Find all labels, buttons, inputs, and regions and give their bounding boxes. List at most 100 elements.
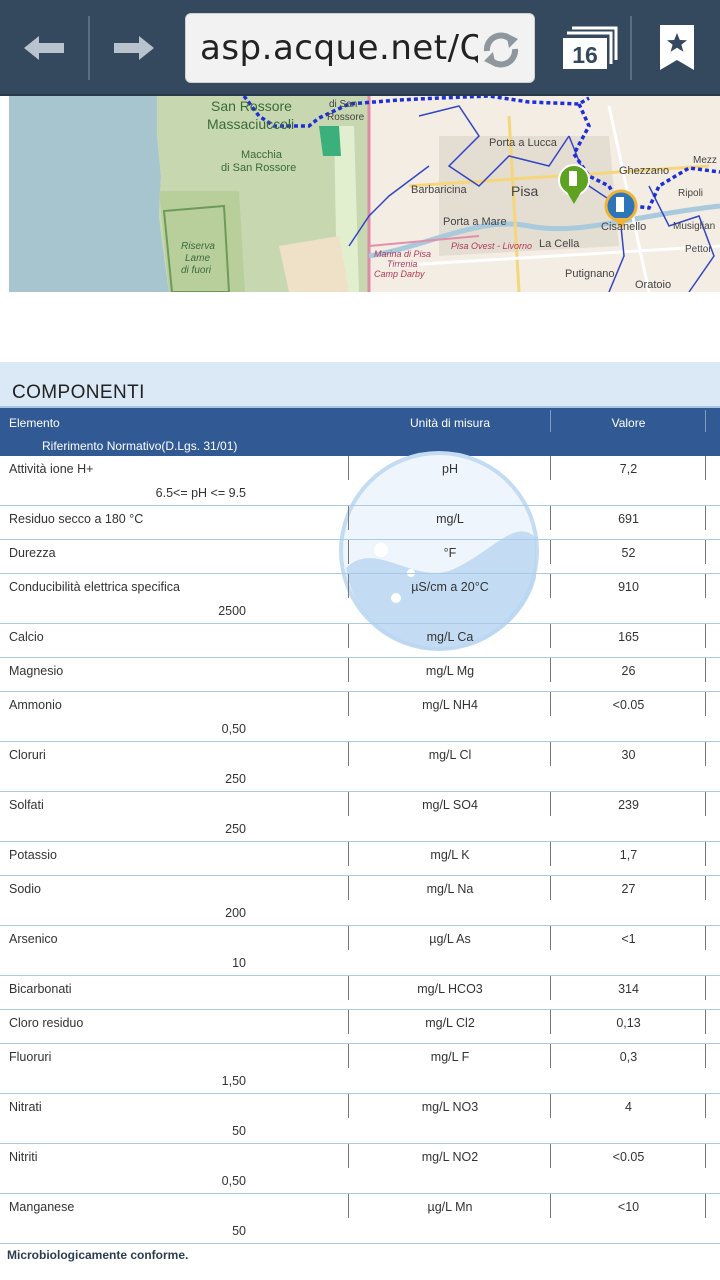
column-divider [348, 456, 349, 480]
map-label: Cisanello [601, 221, 646, 233]
map-label: Pettor [685, 244, 712, 255]
tabs-button[interactable]: 16 [555, 14, 625, 82]
header-divider [550, 410, 551, 432]
forward-button[interactable] [92, 14, 176, 82]
header-value: Valore [611, 416, 646, 430]
back-button[interactable] [0, 14, 88, 82]
map-label: Putignano [565, 268, 615, 280]
cell-value: 26 [621, 664, 636, 678]
map-label: Musiglian [673, 221, 715, 232]
column-divider [550, 692, 551, 716]
reload-button[interactable] [478, 27, 524, 73]
cell-element: Solfati [9, 798, 44, 812]
cell-unit: °F [443, 546, 457, 560]
reload-icon [483, 32, 519, 68]
map-label: Ghezzano [619, 165, 669, 177]
column-divider [705, 1194, 706, 1218]
cell-element: Bicarbonati [9, 982, 72, 996]
map-label: Ripoli [678, 188, 703, 199]
column-divider [550, 842, 551, 866]
column-divider [550, 742, 551, 766]
table-row: Nitriti mg/L NO2 <0.05 0,50 [0, 1144, 720, 1194]
column-divider [705, 1010, 706, 1034]
column-divider [705, 876, 706, 900]
column-divider [348, 792, 349, 816]
toolbar-divider [630, 16, 632, 80]
cell-value: 0,13 [616, 1016, 641, 1030]
cell-value: <10 [617, 1200, 640, 1214]
column-divider [348, 624, 349, 648]
map-label: di San [329, 99, 357, 110]
map-view[interactable]: San Rossore Massaciuccoli di San Rossore… [9, 96, 720, 292]
map-label: Riserva [181, 241, 215, 252]
cell-unit: mg/L Mg [425, 664, 475, 678]
cell-value: 165 [618, 630, 639, 644]
column-divider [550, 1094, 551, 1118]
table-row: Ammonio mg/L NH4 <0.05 0,50 [0, 692, 720, 742]
table-row: Solfati mg/L SO4 239 250 [0, 792, 720, 842]
column-divider [348, 574, 349, 598]
table-row: Durezza °F 52 [0, 540, 720, 574]
column-divider [705, 926, 706, 950]
table-row: Arsenico µg/L As <1 10 [0, 926, 720, 976]
cell-unit: mg/L F [430, 1050, 470, 1064]
cell-element: Conducibilità elettrica specifica [9, 580, 180, 594]
cell-value: 0,3 [619, 1050, 638, 1064]
cell-value: 4 [625, 1100, 632, 1114]
header-unit: Unità di misura [409, 416, 491, 430]
table-row: Attività ione H+ pH 7,2 6.5<= pH <= 9.5 [0, 456, 720, 506]
cell-unit: mg/L Cl2 [425, 1016, 475, 1030]
column-divider [705, 574, 706, 598]
column-divider [705, 1094, 706, 1118]
cell-element: Calcio [9, 630, 44, 644]
arrow-right-icon [114, 36, 154, 60]
table-row: Potassio mg/L K 1,7 [0, 842, 720, 876]
table-row: Bicarbonati mg/L HCO3 314 [0, 976, 720, 1010]
map-label: di fuori [181, 265, 212, 276]
tabs-icon: 16 [563, 26, 618, 69]
cell-element: Attività ione H+ [9, 462, 94, 476]
column-divider [348, 1010, 349, 1034]
map-label: Macchia [241, 149, 283, 161]
cell-element: Nitrati [9, 1100, 42, 1114]
components-table-body: Attività ione H+ pH 7,2 6.5<= pH <= 9.5 Resi… [0, 456, 720, 1244]
cell-value: <0.05 [612, 698, 645, 712]
cell-norm: 50 [232, 1224, 246, 1238]
column-divider [348, 842, 349, 866]
cell-norm: 2500 [218, 604, 246, 618]
cell-element: Ammonio [9, 698, 62, 712]
map-graphic: San Rossore Massaciuccoli di San Rossore… [9, 96, 720, 292]
column-divider [348, 540, 349, 564]
cell-unit: µg/L Mn [427, 1200, 473, 1214]
cell-value: 7,2 [619, 462, 638, 476]
cell-norm: 250 [225, 772, 246, 786]
column-divider [550, 926, 551, 950]
cell-unit: mg/L NO2 [421, 1150, 479, 1164]
column-divider [348, 1194, 349, 1218]
cell-norm: 250 [225, 822, 246, 836]
map-label: Pisa Ovest - Livorno [451, 241, 532, 251]
bookmark-button[interactable] [640, 14, 714, 82]
map-label: Marina di Pisa [374, 249, 431, 259]
column-divider [705, 842, 706, 866]
cell-norm: 200 [225, 906, 246, 920]
cell-value: 910 [618, 580, 639, 594]
column-divider [348, 742, 349, 766]
map-label: Pisa [511, 183, 538, 199]
cell-element: Durezza [9, 546, 56, 560]
cell-element: Cloruri [9, 748, 46, 762]
cell-element: Magnesio [9, 664, 64, 678]
map-label: Camp Darby [374, 269, 425, 279]
cell-value: 1,7 [619, 848, 638, 862]
table-row: Cloruri mg/L Cl 30 250 [0, 742, 720, 792]
cell-value: 27 [621, 882, 636, 896]
cell-unit: mg/L [436, 512, 464, 526]
column-divider [705, 658, 706, 682]
cell-unit: mg/L K [430, 848, 470, 862]
cell-norm: 10 [232, 956, 246, 970]
column-divider [550, 792, 551, 816]
address-bar[interactable]: asp.acque.net/Q [185, 13, 535, 83]
column-divider [705, 742, 706, 766]
header-norm: Riferimento Normativo(D.Lgs. 31/01) [42, 439, 238, 453]
cell-element: Manganese [9, 1200, 75, 1214]
